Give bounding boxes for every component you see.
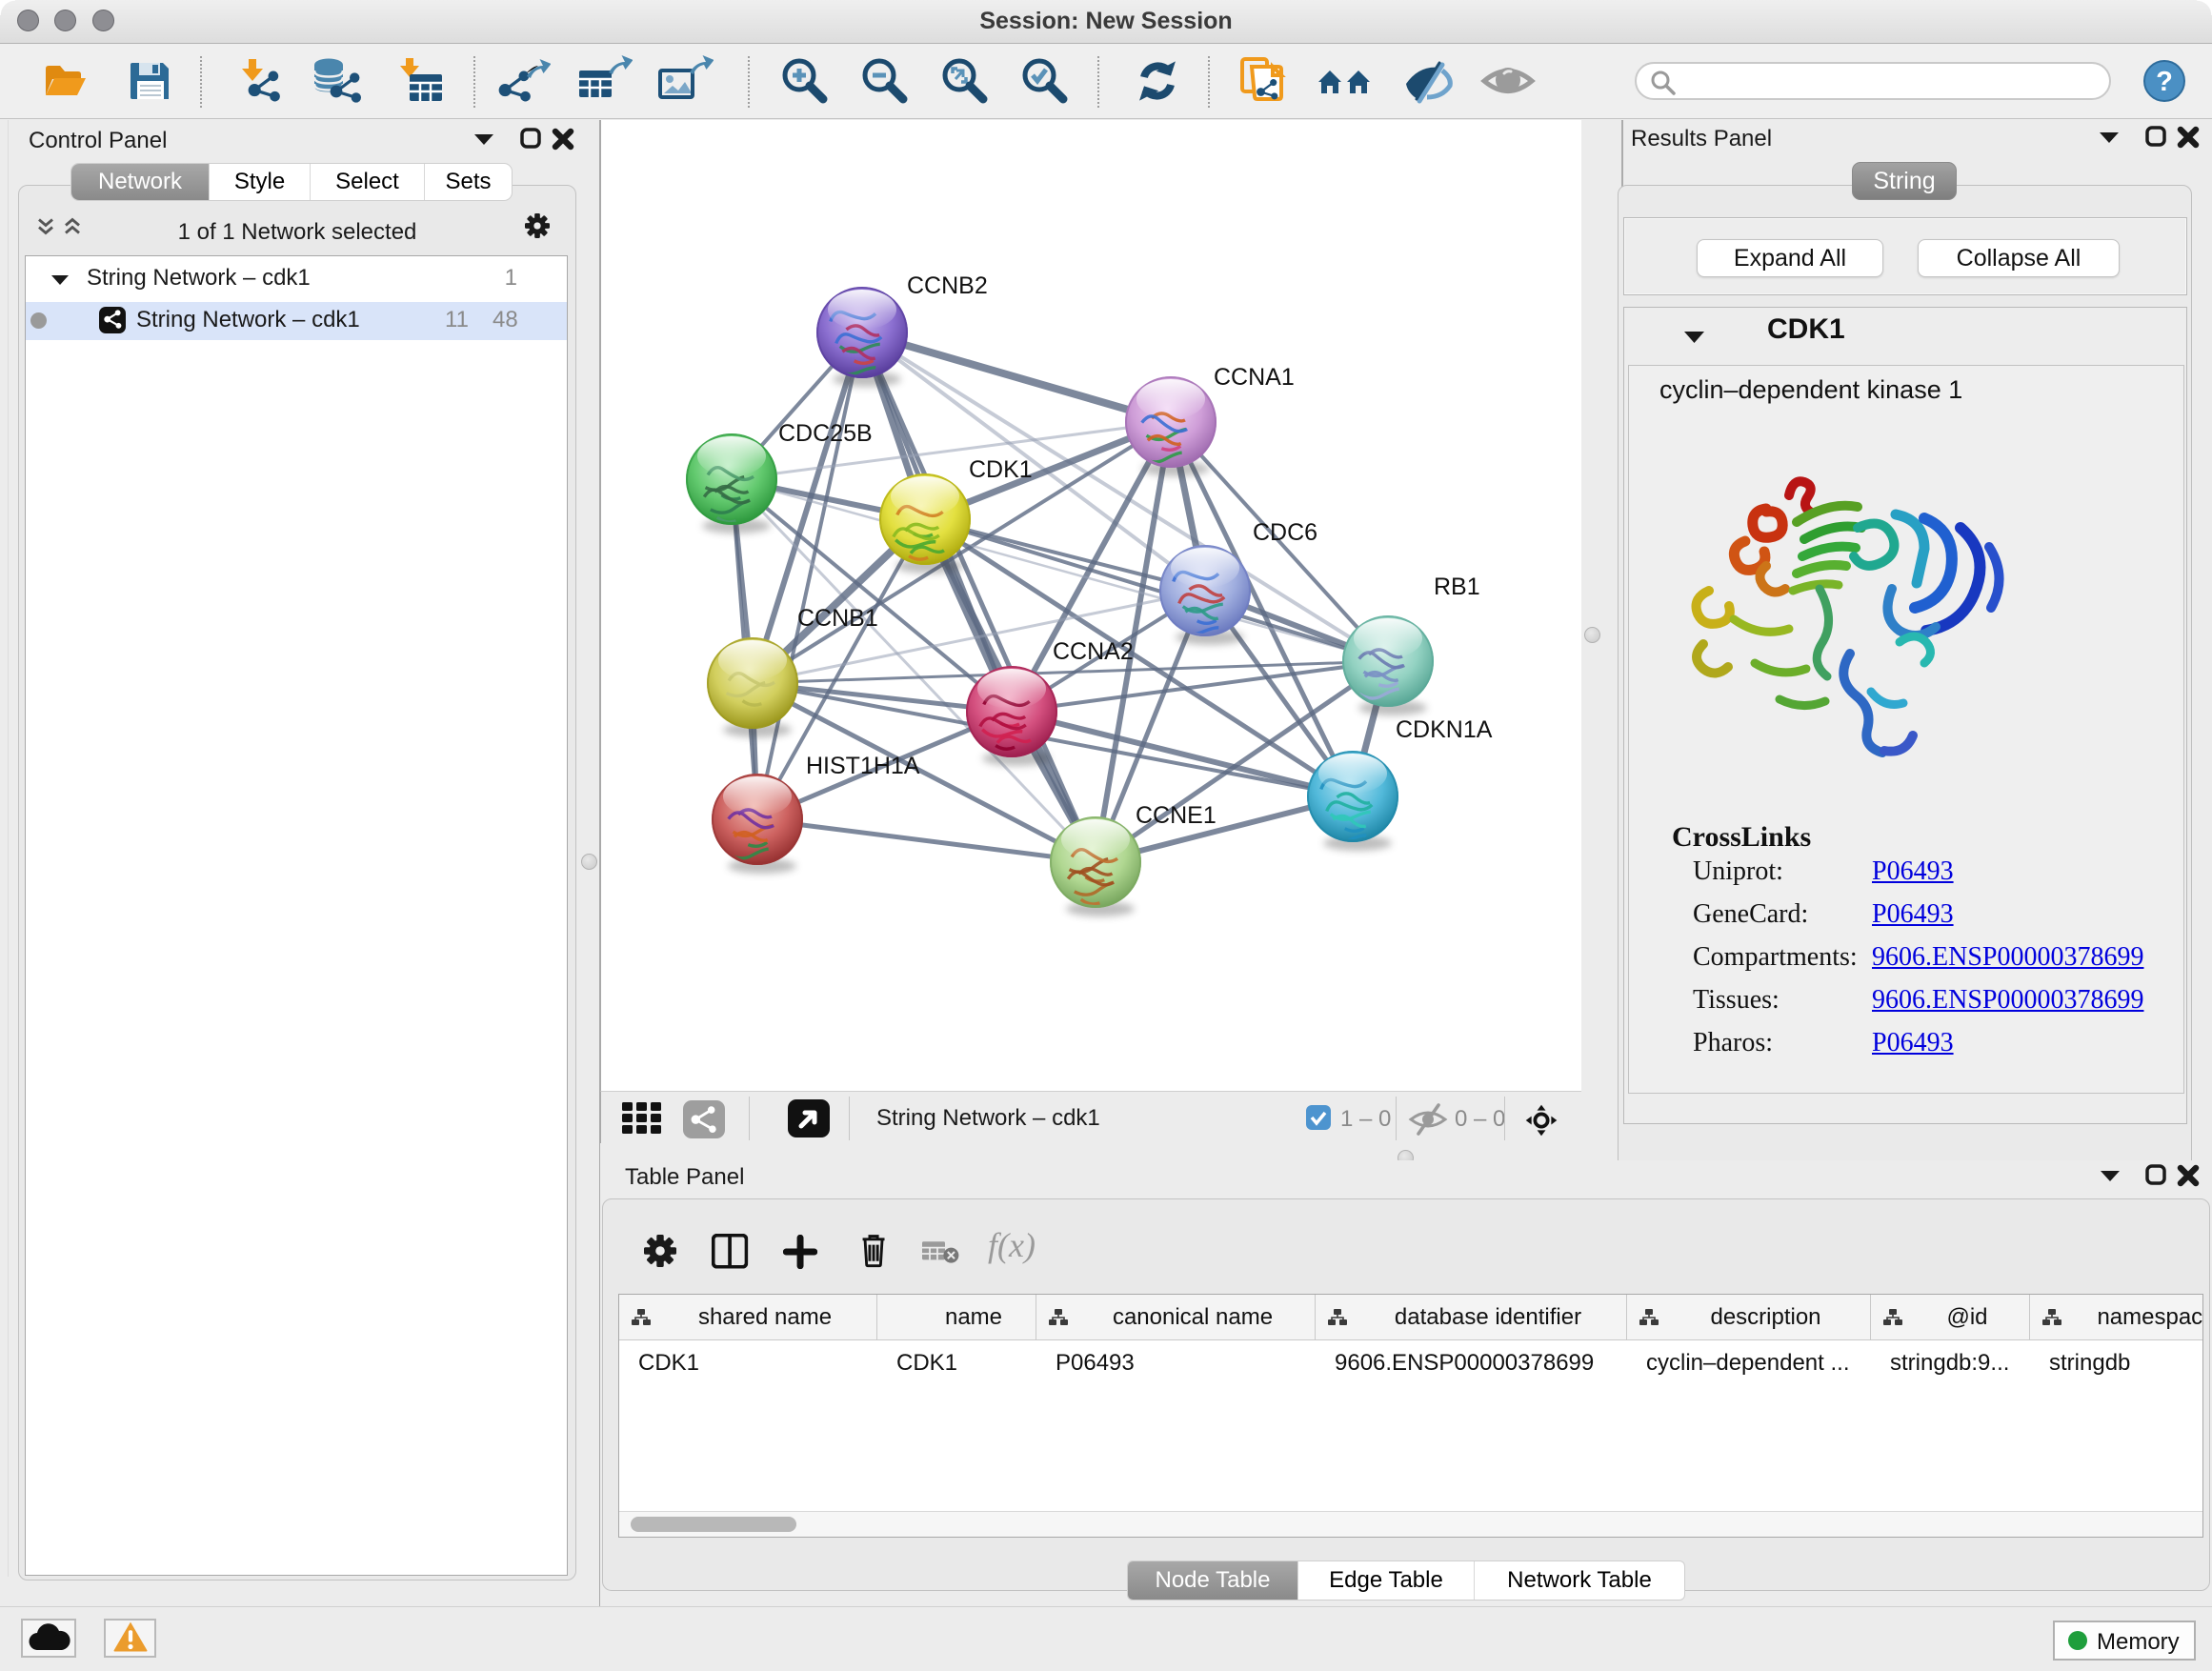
- svg-text:CCNB2: CCNB2: [907, 272, 988, 299]
- svg-text:CDK1: CDK1: [969, 456, 1033, 483]
- svg-text:CCNB1: CCNB1: [797, 605, 878, 632]
- svg-text:CCNA2: CCNA2: [1053, 638, 1134, 665]
- svg-text:CDC25B: CDC25B: [778, 420, 873, 447]
- svg-text:CDKN1A: CDKN1A: [1396, 716, 1493, 743]
- svg-text:HIST1H1A: HIST1H1A: [806, 753, 920, 779]
- svg-text:RB1: RB1: [1434, 574, 1480, 600]
- svg-text:?: ?: [2156, 67, 2173, 97]
- svg-text:CCNA1: CCNA1: [1214, 364, 1295, 391]
- svg-text:CDC6: CDC6: [1253, 519, 1317, 546]
- svg-text:CCNE1: CCNE1: [1136, 802, 1217, 829]
